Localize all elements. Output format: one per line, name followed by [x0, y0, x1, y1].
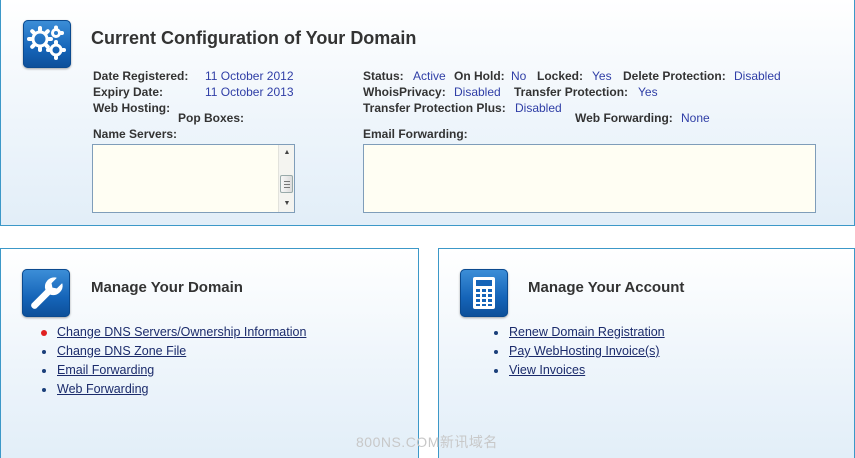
name-servers-label: Name Servers: [93, 127, 178, 141]
gears-icon [23, 20, 71, 68]
web-hosting-label: Web Hosting: [93, 101, 171, 115]
list-item: Pay WebHosting Invoice(s) [491, 342, 665, 361]
web-forwarding-link[interactable]: Web Forwarding [57, 382, 148, 396]
bullet-icon [42, 369, 46, 373]
list-item: Change DNS Zone File [39, 342, 306, 361]
manage-domain-title: Manage Your Domain [91, 279, 243, 296]
web-forwarding-value: None [681, 111, 710, 125]
scroll-up-arrow-icon[interactable]: ▲ [279, 146, 295, 160]
calculator-icon [460, 269, 508, 317]
delete-protection-value: Disabled [734, 69, 781, 83]
bullet-icon [494, 350, 498, 354]
email-forwarding-link[interactable]: Email Forwarding [57, 363, 154, 377]
expiry-date-label: Expiry Date: [93, 85, 164, 99]
locked-label: Locked: [537, 69, 584, 83]
view-invoices-link[interactable]: View Invoices [509, 363, 585, 377]
name-servers-textarea[interactable]: ▲ ▼ [92, 144, 295, 213]
transfer-protection-value: Yes [638, 85, 658, 99]
date-registered-value: 11 October 2012 [205, 69, 294, 83]
bullet-icon [42, 350, 46, 354]
manage-account-panel: Manage Your Account Renew Domain Registr… [438, 248, 855, 458]
wrench-icon [22, 269, 70, 317]
list-item: Email Forwarding [39, 361, 306, 380]
email-forwarding-textarea[interactable] [363, 144, 816, 213]
delete-protection-label: Delete Protection: [623, 69, 726, 83]
change-dns-servers-link[interactable]: Change DNS Servers/Ownership Information [57, 325, 306, 339]
list-item: View Invoices [491, 361, 665, 380]
manage-account-links: Renew Domain Registration Pay WebHosting… [491, 323, 665, 380]
name-servers-scrollbar[interactable]: ▲ ▼ [278, 145, 294, 212]
status-value: Active [413, 69, 446, 83]
whois-privacy-label: WhoisPrivacy: [363, 85, 446, 99]
transfer-protection-label: Transfer Protection: [514, 85, 629, 99]
bullet-icon [494, 369, 498, 373]
email-forwarding-label: Email Forwarding: [363, 127, 468, 141]
manage-domain-panel: Manage Your Domain Change DNS Servers/Ow… [0, 248, 419, 458]
date-registered-label: Date Registered: [93, 69, 189, 83]
transfer-protection-plus-value: Disabled [515, 101, 562, 115]
change-dns-zone-link[interactable]: Change DNS Zone File [57, 344, 186, 358]
renew-domain-link[interactable]: Renew Domain Registration [509, 325, 665, 339]
locked-value: Yes [592, 69, 612, 83]
active-bullet-icon [41, 330, 47, 336]
configuration-panel: Current Configuration of Your Domain Dat… [0, 0, 855, 226]
whois-privacy-value: Disabled [454, 85, 501, 99]
manage-account-title: Manage Your Account [528, 279, 685, 296]
manage-domain-links: Change DNS Servers/Ownership Information… [39, 323, 306, 399]
list-item: Change DNS Servers/Ownership Information [39, 323, 306, 342]
status-label: Status: [363, 69, 404, 83]
bullet-icon [494, 331, 498, 335]
list-item: Renew Domain Registration [491, 323, 665, 342]
scroll-down-arrow-icon[interactable]: ▼ [279, 197, 295, 211]
list-item: Web Forwarding [39, 380, 306, 399]
pop-boxes-label: Pop Boxes: [178, 111, 245, 125]
on-hold-label: On Hold: [454, 69, 505, 83]
expiry-date-value: 11 October 2013 [205, 85, 294, 99]
web-forwarding-label: Web Forwarding: [575, 111, 673, 125]
watermark: 800NS.COM新讯域名 [356, 434, 498, 450]
scroll-thumb[interactable] [280, 175, 293, 193]
page-title: Current Configuration of Your Domain [91, 28, 417, 48]
on-hold-value: No [511, 69, 527, 83]
bullet-icon [42, 388, 46, 392]
pay-webhosting-invoice-link[interactable]: Pay WebHosting Invoice(s) [509, 344, 660, 358]
transfer-protection-plus-label: Transfer Protection Plus: [363, 101, 506, 115]
